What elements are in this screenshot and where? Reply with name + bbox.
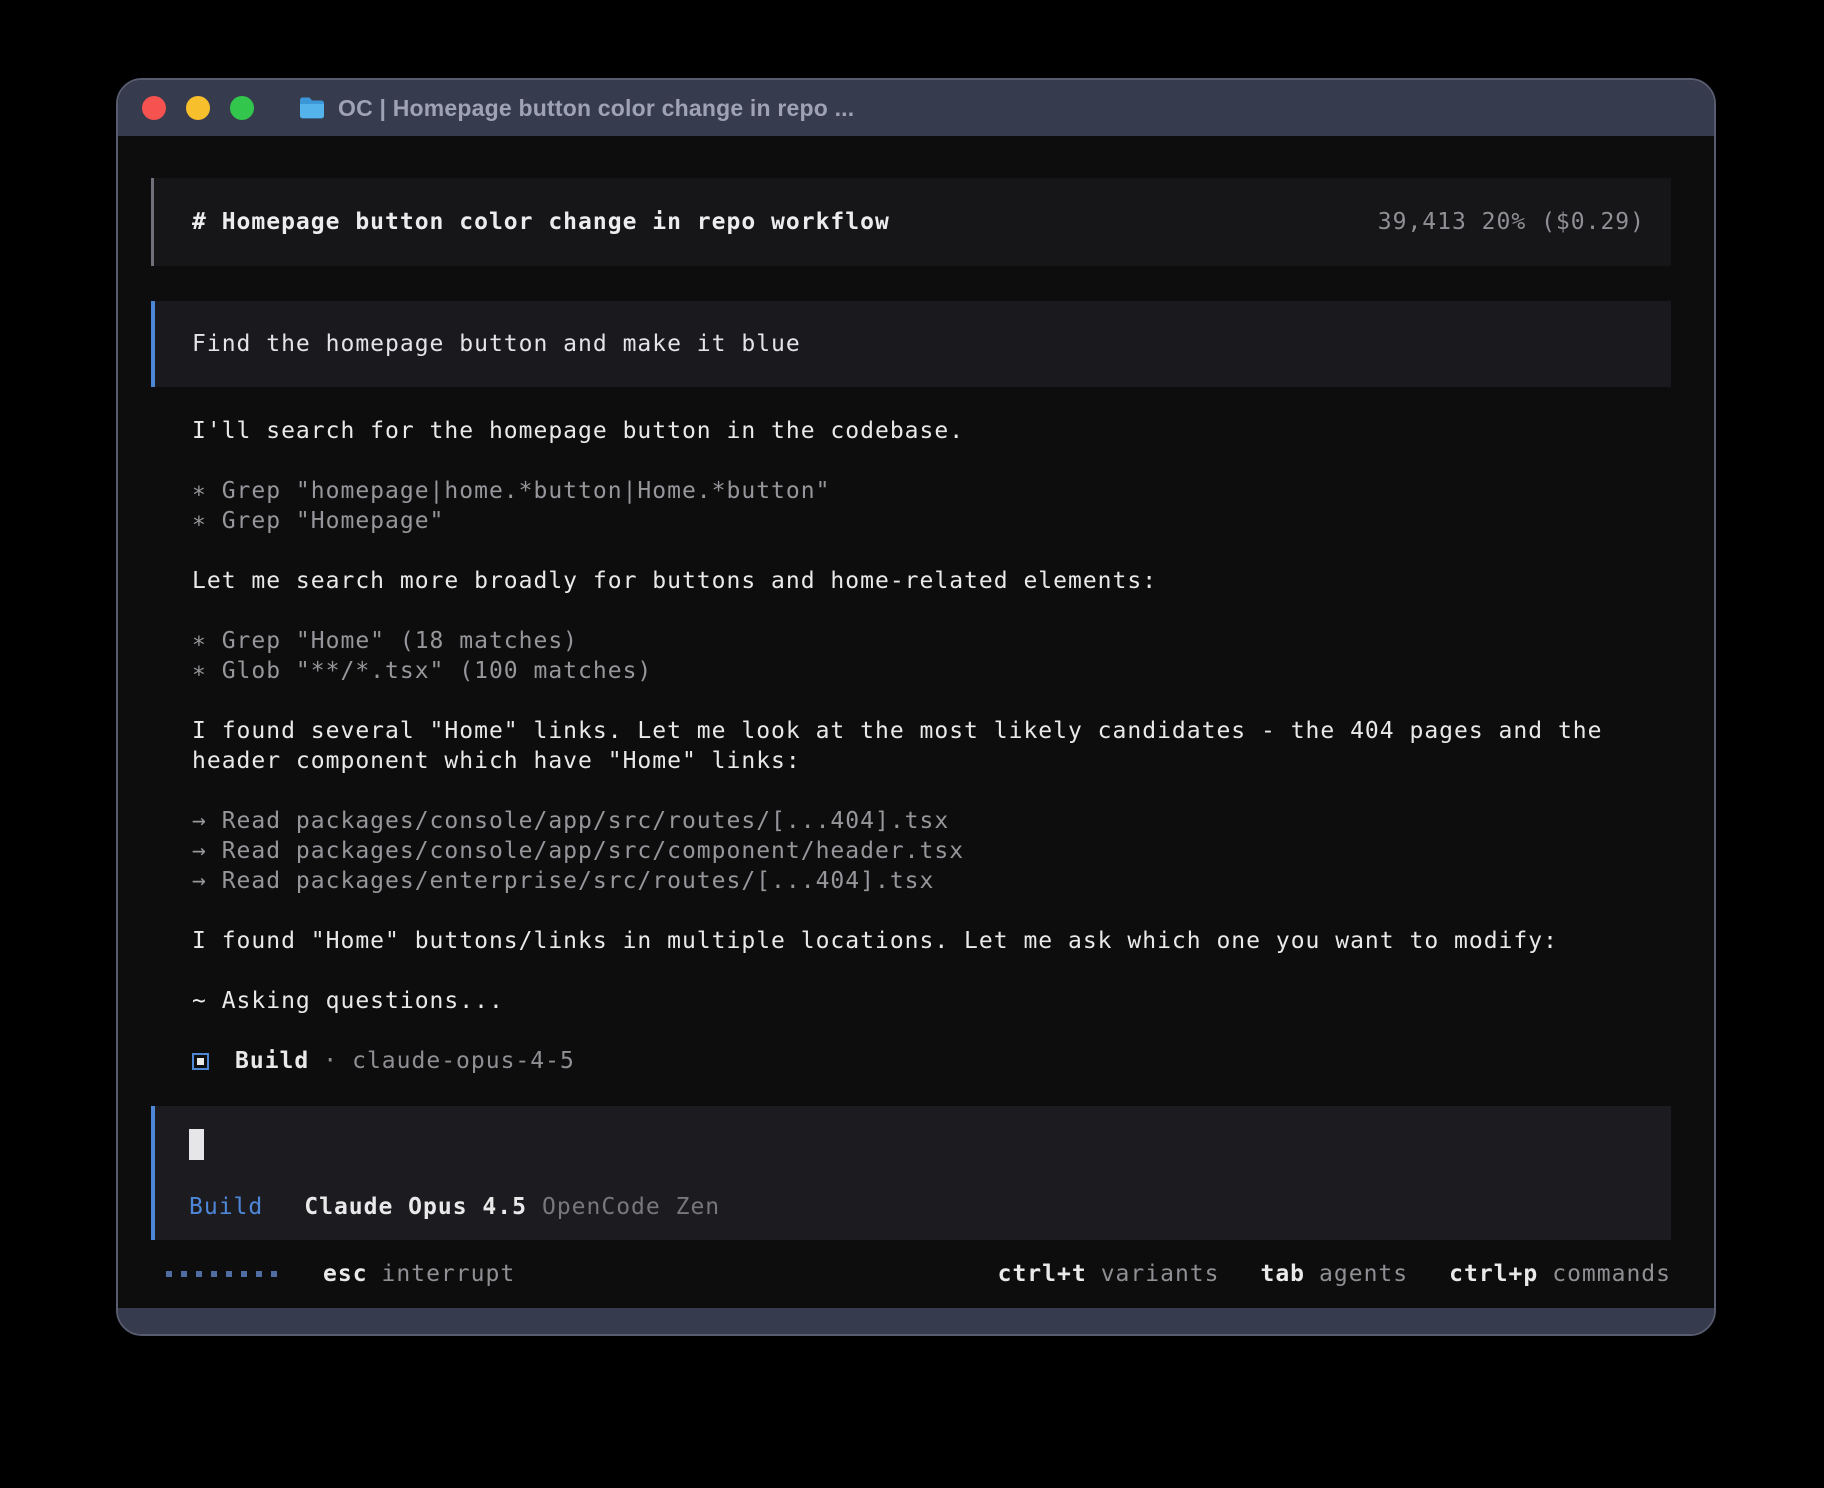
input-model-label[interactable]: Claude Opus 4.5 xyxy=(304,1192,527,1222)
tool-call-read: → Read packages/console/app/src/componen… xyxy=(192,836,1671,866)
assistant-text-line: I found "Home" buttons/links in multiple… xyxy=(192,926,1671,956)
tool-call-glob: ∗ Glob "**/*.tsx" (100 matches) xyxy=(192,656,1671,686)
input-footer: Build Claude Opus 4.5 OpenCode Zen xyxy=(189,1192,1671,1222)
key-ctrl-p: ctrl+p xyxy=(1449,1259,1538,1289)
tool-call-grep: ∗ Grep "Home" (18 matches) xyxy=(192,626,1671,656)
asking-questions-status: ~ Asking questions... xyxy=(192,986,1671,1016)
close-button[interactable] xyxy=(142,96,166,120)
key-ctrl-t: ctrl+t xyxy=(998,1259,1087,1289)
zoom-button[interactable] xyxy=(230,96,254,120)
spinner-dot xyxy=(226,1271,232,1277)
assistant-paragraph: Let me search more broadly for buttons a… xyxy=(192,566,1671,596)
tool-call-group: ∗ Grep "homepage|home.*button|Home.*butt… xyxy=(192,476,1671,536)
assistant-paragraph: ~ Asking questions... xyxy=(192,986,1671,1016)
assistant-text-line: Let me search more broadly for buttons a… xyxy=(192,566,1671,596)
spinner-dot xyxy=(271,1271,277,1277)
spinner-dot xyxy=(181,1271,187,1277)
keyhint-commands: ctrl+p commands xyxy=(1449,1259,1671,1289)
spinner-dot xyxy=(256,1271,262,1277)
terminal-window: OC | Homepage button color change in rep… xyxy=(116,78,1716,1336)
agent-model: claude-opus-4-5 xyxy=(352,1046,575,1076)
folder-icon xyxy=(298,96,326,120)
spinner-dot xyxy=(241,1271,247,1277)
keyhint-agents-label: agents xyxy=(1319,1259,1408,1289)
input-agent-label[interactable]: Build xyxy=(189,1192,263,1222)
spinner-dots xyxy=(166,1271,286,1277)
keyhint-variants-label: variants xyxy=(1101,1259,1220,1289)
assistant-text-line: I found several "Home" links. Let me loo… xyxy=(192,716,1671,776)
minimize-button[interactable] xyxy=(186,96,210,120)
text-cursor xyxy=(189,1129,204,1160)
agent-build-icon xyxy=(192,1053,209,1070)
keyhint-interrupt: esc interrupt xyxy=(323,1259,515,1289)
prompt-input[interactable]: Build Claude Opus 4.5 OpenCode Zen xyxy=(151,1106,1671,1240)
assistant-text-line: I'll search for the homepage button in t… xyxy=(192,416,1671,446)
tool-call-grep: ∗ Grep "Homepage" xyxy=(192,506,1671,536)
key-tab: tab xyxy=(1260,1259,1305,1289)
key-esc: esc xyxy=(323,1259,368,1289)
session-title: # Homepage button color change in repo w… xyxy=(192,207,890,237)
tool-call-read: → Read packages/enterprise/src/routes/[.… xyxy=(192,866,1671,896)
session-stats: 39,413 20% ($0.29) xyxy=(1378,207,1645,237)
input-provider-label: OpenCode Zen xyxy=(542,1192,720,1222)
spinner-dot xyxy=(166,1271,172,1277)
tool-call-group: → Read packages/console/app/src/routes/[… xyxy=(192,806,1671,896)
agent-build-icon-core xyxy=(197,1058,204,1065)
terminal-content: # Homepage button color change in repo w… xyxy=(118,136,1714,1308)
spinner-dot xyxy=(211,1271,217,1277)
agent-separator: · xyxy=(323,1046,338,1076)
assistant-paragraph: I found several "Home" links. Let me loo… xyxy=(192,716,1671,776)
status-bar-left: esc interrupt xyxy=(151,1259,515,1289)
agent-name: Build xyxy=(235,1046,309,1076)
user-message: Find the homepage button and make it blu… xyxy=(151,301,1671,387)
assistant-paragraph: I found "Home" buttons/links in multiple… xyxy=(192,926,1671,956)
keyhint-variants: ctrl+t variants xyxy=(998,1259,1220,1289)
keyhint-agents: tab agents xyxy=(1260,1259,1408,1289)
assistant-transcript: I'll search for the homepage button in t… xyxy=(192,416,1671,1076)
keyhint-commands-label: commands xyxy=(1552,1259,1671,1289)
titlebar[interactable]: OC | Homepage button color change in rep… xyxy=(118,80,1714,136)
assistant-paragraph: I'll search for the homepage button in t… xyxy=(192,416,1671,446)
session-header: # Homepage button color change in repo w… xyxy=(151,178,1671,266)
window-bottom-edge xyxy=(118,1308,1714,1334)
status-bar-right: ctrl+t variants tab agents ctrl+p comman… xyxy=(957,1259,1671,1289)
tool-call-group: ∗ Grep "Home" (18 matches) ∗ Glob "**/*.… xyxy=(192,626,1671,686)
agent-status-line: Build · claude-opus-4-5 xyxy=(192,1046,1671,1076)
tool-call-read: → Read packages/console/app/src/routes/[… xyxy=(192,806,1671,836)
spinner-dot xyxy=(196,1271,202,1277)
keyhint-interrupt-label: interrupt xyxy=(382,1259,516,1289)
status-bar: esc interrupt ctrl+t variants tab agents… xyxy=(151,1257,1671,1291)
tool-call-grep: ∗ Grep "homepage|home.*button|Home.*butt… xyxy=(192,476,1671,506)
user-message-text: Find the homepage button and make it blu… xyxy=(192,329,801,359)
window-title: OC | Homepage button color change in rep… xyxy=(338,95,854,122)
